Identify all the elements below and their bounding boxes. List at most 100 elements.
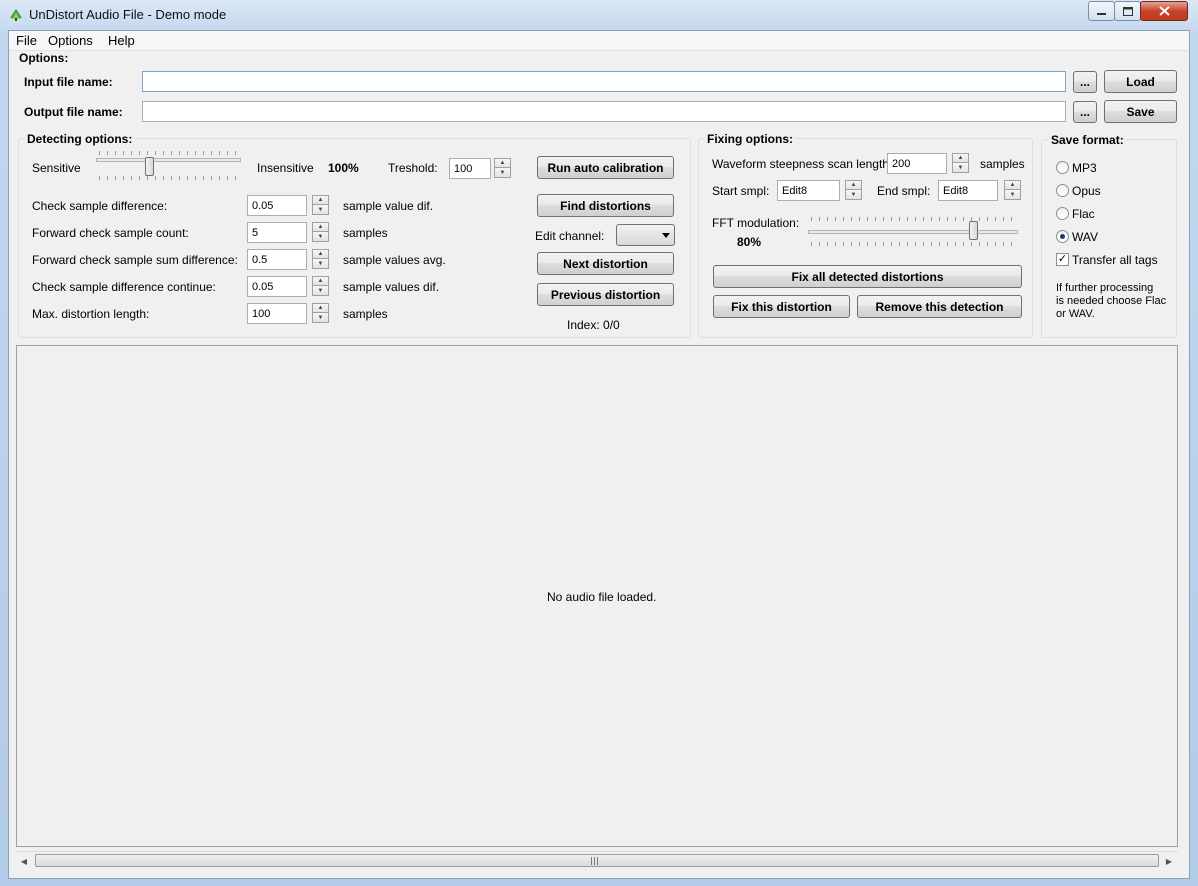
format-radio-mp3[interactable] (1056, 161, 1069, 174)
spin-down-icon[interactable]: ▼ (312, 259, 329, 269)
sensitivity-ticks-top (99, 151, 241, 155)
output-browse-button[interactable]: ... (1073, 101, 1097, 123)
format-label-mp3[interactable]: MP3 (1072, 161, 1097, 175)
maximize-button[interactable] (1114, 1, 1141, 21)
spin-down-icon[interactable]: ▼ (312, 286, 329, 296)
transfer-tags-checkbox[interactable]: ✓ (1056, 253, 1069, 266)
load-button[interactable]: Load (1104, 70, 1177, 93)
format-radio-flac[interactable] (1056, 207, 1069, 220)
max-length-label: Max. distortion length: (32, 307, 150, 321)
fixing-options-title: Fixing options: (705, 132, 795, 146)
end-sample-label: End smpl: (877, 184, 931, 198)
format-radio-wav[interactable] (1056, 230, 1069, 243)
forward-sum-label: Forward check sample sum difference: (32, 253, 238, 267)
menu-options[interactable]: Options (48, 33, 93, 48)
spin-down-icon[interactable]: ▼ (494, 168, 511, 178)
save-button[interactable]: Save (1104, 100, 1177, 123)
check-sample-diff-field[interactable] (247, 195, 307, 216)
close-button[interactable] (1140, 1, 1188, 21)
end-sample-field[interactable] (938, 180, 998, 201)
horizontal-scrollbar[interactable]: ◀ ▶ (16, 851, 1178, 869)
format-label-opus[interactable]: Opus (1072, 184, 1101, 198)
check-continue-spinner[interactable]: ▲ ▼ (312, 276, 329, 296)
spin-up-icon[interactable]: ▲ (845, 180, 862, 190)
next-distortion-button[interactable]: Next distortion (537, 252, 674, 275)
output-file-label: Output file name: (24, 105, 123, 119)
detecting-options-title: Detecting options: (25, 132, 135, 146)
check-continue-field[interactable] (247, 276, 307, 297)
edit-channel-dropdown[interactable] (616, 224, 675, 246)
check-sample-diff-spinner[interactable]: ▲ ▼ (312, 195, 329, 215)
spin-down-icon[interactable]: ▼ (312, 205, 329, 215)
menu-file[interactable]: File (16, 33, 37, 48)
forward-count-unit: samples (343, 226, 388, 240)
distortion-index: Index: 0/0 (567, 318, 620, 332)
title-bar[interactable]: UnDistort Audio File - Demo mode (0, 0, 1198, 30)
fix-all-distortions-button[interactable]: Fix all detected distortions (713, 265, 1022, 288)
spin-down-icon[interactable]: ▼ (312, 232, 329, 242)
input-browse-button[interactable]: ... (1073, 71, 1097, 93)
end-sample-spinner[interactable]: ▲ ▼ (1004, 180, 1021, 200)
spin-down-icon[interactable]: ▼ (845, 190, 862, 200)
menu-help[interactable]: Help (108, 33, 135, 48)
spin-up-icon[interactable]: ▲ (312, 249, 329, 259)
steepness-spinner[interactable]: ▲ ▼ (952, 153, 969, 173)
format-label-flac[interactable]: Flac (1072, 207, 1095, 221)
find-distortions-button[interactable]: Find distortions (537, 194, 674, 217)
sensitivity-percent: 100% (328, 161, 359, 175)
remove-detection-button[interactable]: Remove this detection (857, 295, 1022, 318)
spin-up-icon[interactable]: ▲ (1004, 180, 1021, 190)
previous-distortion-button[interactable]: Previous distortion (537, 283, 674, 306)
start-sample-field[interactable] (777, 180, 840, 201)
close-icon (1158, 6, 1170, 16)
spin-down-icon[interactable]: ▼ (1004, 190, 1021, 200)
treshold-spinner[interactable]: ▲ ▼ (494, 158, 511, 178)
fft-slider-thumb[interactable] (968, 221, 978, 240)
no-audio-message: No audio file loaded. (547, 590, 657, 604)
forward-count-label: Forward check sample count: (32, 226, 189, 240)
forward-count-field[interactable] (247, 222, 307, 243)
forward-sum-spinner[interactable]: ▲ ▼ (312, 249, 329, 269)
scrollbar-thumb[interactable] (35, 854, 1159, 867)
steepness-label: Waveform steepness scan length: (712, 157, 893, 171)
save-format-note: If further processing is needed choose F… (1056, 282, 1166, 321)
check-sample-diff-unit: sample value dif. (343, 199, 434, 213)
max-length-field[interactable] (247, 303, 307, 324)
spin-up-icon[interactable]: ▲ (494, 158, 511, 168)
forward-sum-unit: sample values avg. (343, 253, 446, 267)
spin-up-icon[interactable]: ▲ (312, 195, 329, 205)
forward-count-spinner[interactable]: ▲ ▼ (312, 222, 329, 242)
spin-up-icon[interactable]: ▲ (952, 153, 969, 163)
minimize-button[interactable] (1088, 1, 1115, 21)
steepness-unit: samples (980, 157, 1025, 171)
max-length-spinner[interactable]: ▲ ▼ (312, 303, 329, 323)
run-auto-calibration-button[interactable]: Run auto calibration (537, 156, 674, 179)
spin-up-icon[interactable]: ▲ (312, 222, 329, 232)
client-area: File Options Help Options: Input file na… (8, 30, 1190, 879)
check-continue-label: Check sample difference continue: (32, 280, 216, 294)
start-sample-spinner[interactable]: ▲ ▼ (845, 180, 862, 200)
fix-this-distortion-button[interactable]: Fix this distortion (713, 295, 850, 318)
steepness-field[interactable] (887, 153, 947, 174)
sensitivity-slider-thumb[interactable] (144, 157, 154, 176)
scroll-left-icon[interactable]: ◀ (17, 854, 31, 868)
scroll-right-icon[interactable]: ▶ (1162, 854, 1176, 868)
input-file-field[interactable] (142, 71, 1066, 92)
spin-up-icon[interactable]: ▲ (312, 276, 329, 286)
sensitivity-ticks-bottom (99, 176, 241, 180)
sensitive-label: Sensitive (32, 161, 81, 175)
waveform-area[interactable]: No audio file loaded. (16, 345, 1178, 847)
spin-down-icon[interactable]: ▼ (312, 313, 329, 323)
forward-sum-field[interactable] (247, 249, 307, 270)
check-continue-unit: sample values dif. (343, 280, 440, 294)
treshold-field[interactable] (449, 158, 491, 179)
grip-icon (591, 857, 598, 865)
format-radio-opus[interactable] (1056, 184, 1069, 197)
spin-up-icon[interactable]: ▲ (312, 303, 329, 313)
spin-down-icon[interactable]: ▼ (952, 163, 969, 173)
output-file-field[interactable] (142, 101, 1066, 122)
options-section-label: Options: (19, 51, 69, 65)
transfer-tags-label[interactable]: Transfer all tags (1072, 253, 1158, 267)
note-line: or WAV. (1056, 308, 1095, 320)
format-label-wav[interactable]: WAV (1072, 230, 1098, 244)
